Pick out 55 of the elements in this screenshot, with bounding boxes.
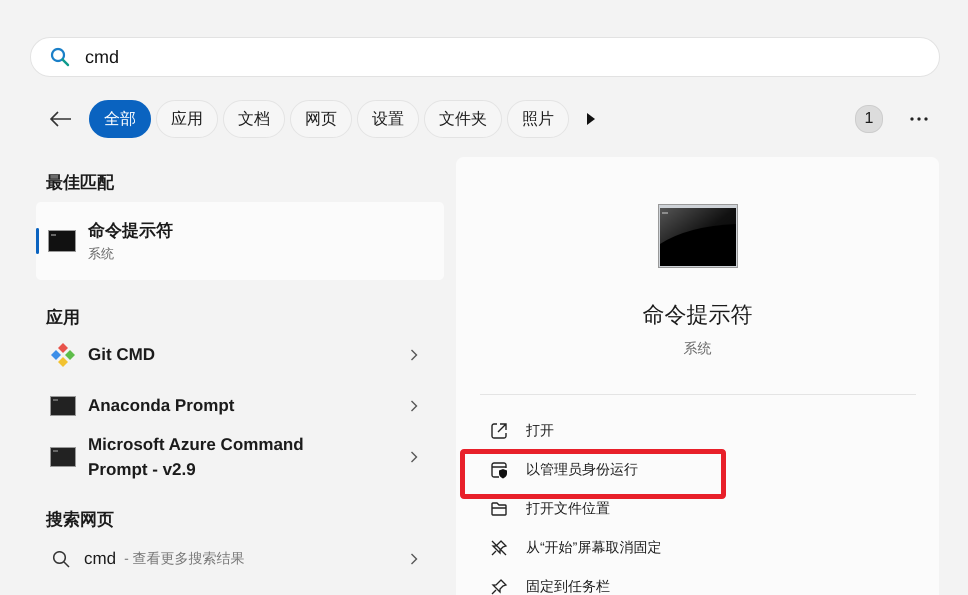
action-item[interactable]: 打开 [490,411,730,450]
play-icon[interactable] [586,112,596,126]
app-name: Git CMD [88,344,156,366]
filter-tab[interactable]: 文档 [223,100,285,138]
filter-tab[interactable]: 应用 [156,100,218,138]
folder-icon [490,500,508,518]
search-icon [50,47,70,67]
chevron-right-icon[interactable] [410,450,418,462]
best-match-item[interactable]: 命令提示符 系统 [36,202,444,280]
app-name: Anaconda Prompt [88,395,236,417]
action-label: 从“开始”屏幕取消固定 [526,538,662,556]
shield-window-icon [490,460,508,478]
app-result[interactable]: Git CMD [36,329,444,380]
action-label: 以管理员身份运行 [526,460,638,478]
pin-icon [490,578,508,595]
console-window-icon [658,204,738,268]
action-label: 打开文件位置 [526,500,610,518]
diamond-logo-icon [50,342,76,368]
search-icon [52,550,70,568]
app-name: Microsoft Azure Command Prompt - v2.9 [88,434,305,480]
chevron-right-icon[interactable] [410,348,418,360]
action-label: 固定到任务栏 [526,578,610,595]
section-heading: 应用 [44,307,81,325]
unpin-icon [490,538,508,556]
filter-tab[interactable]: 照片 [507,100,569,138]
console-icon [50,446,76,466]
action-item[interactable]: 打开文件位置 [490,489,730,528]
action-item[interactable]: 固定到任务栏 [490,567,730,595]
app-title: 命令提示符 [642,301,752,329]
search-hint: - 查看更多搜索结果 [124,550,245,568]
count-badge[interactable]: 1 [855,105,883,133]
filter-tab[interactable]: 网页 [290,100,352,138]
item-subtitle: 系统 [88,245,115,263]
app-result[interactable]: Microsoft Azure Command Prompt - v2.9 [36,431,444,482]
external-link-icon [490,422,508,440]
filter-tab[interactable]: 设置 [357,100,419,138]
web-search-result[interactable]: cmd - 查看更多搜索结果 [36,533,444,584]
action-item[interactable]: 从“开始”屏幕取消固定 [490,528,730,567]
console-icon [48,230,76,252]
section-heading: 最佳匹配 [45,172,116,190]
app-result[interactable]: Anaconda Prompt [36,380,444,431]
search-query: cmd [84,548,116,568]
action-label: 打开 [526,422,554,440]
action-item[interactable]: 以管理员身份运行 [490,450,730,489]
back-arrow-icon[interactable] [50,111,72,127]
console-icon [50,396,76,416]
chevron-right-icon[interactable] [410,552,418,564]
more-options-icon[interactable] [910,117,928,121]
search-field[interactable]: cmd [30,37,940,77]
filter-tab[interactable]: 文件夹 [424,100,502,138]
app-subtitle: 系统 [684,340,712,358]
chevron-right-icon[interactable] [410,400,418,412]
item-title: 命令提示符 [88,220,173,242]
section-heading: 搜索网页 [44,509,115,527]
filter-tab[interactable]: 全部 [89,100,151,138]
